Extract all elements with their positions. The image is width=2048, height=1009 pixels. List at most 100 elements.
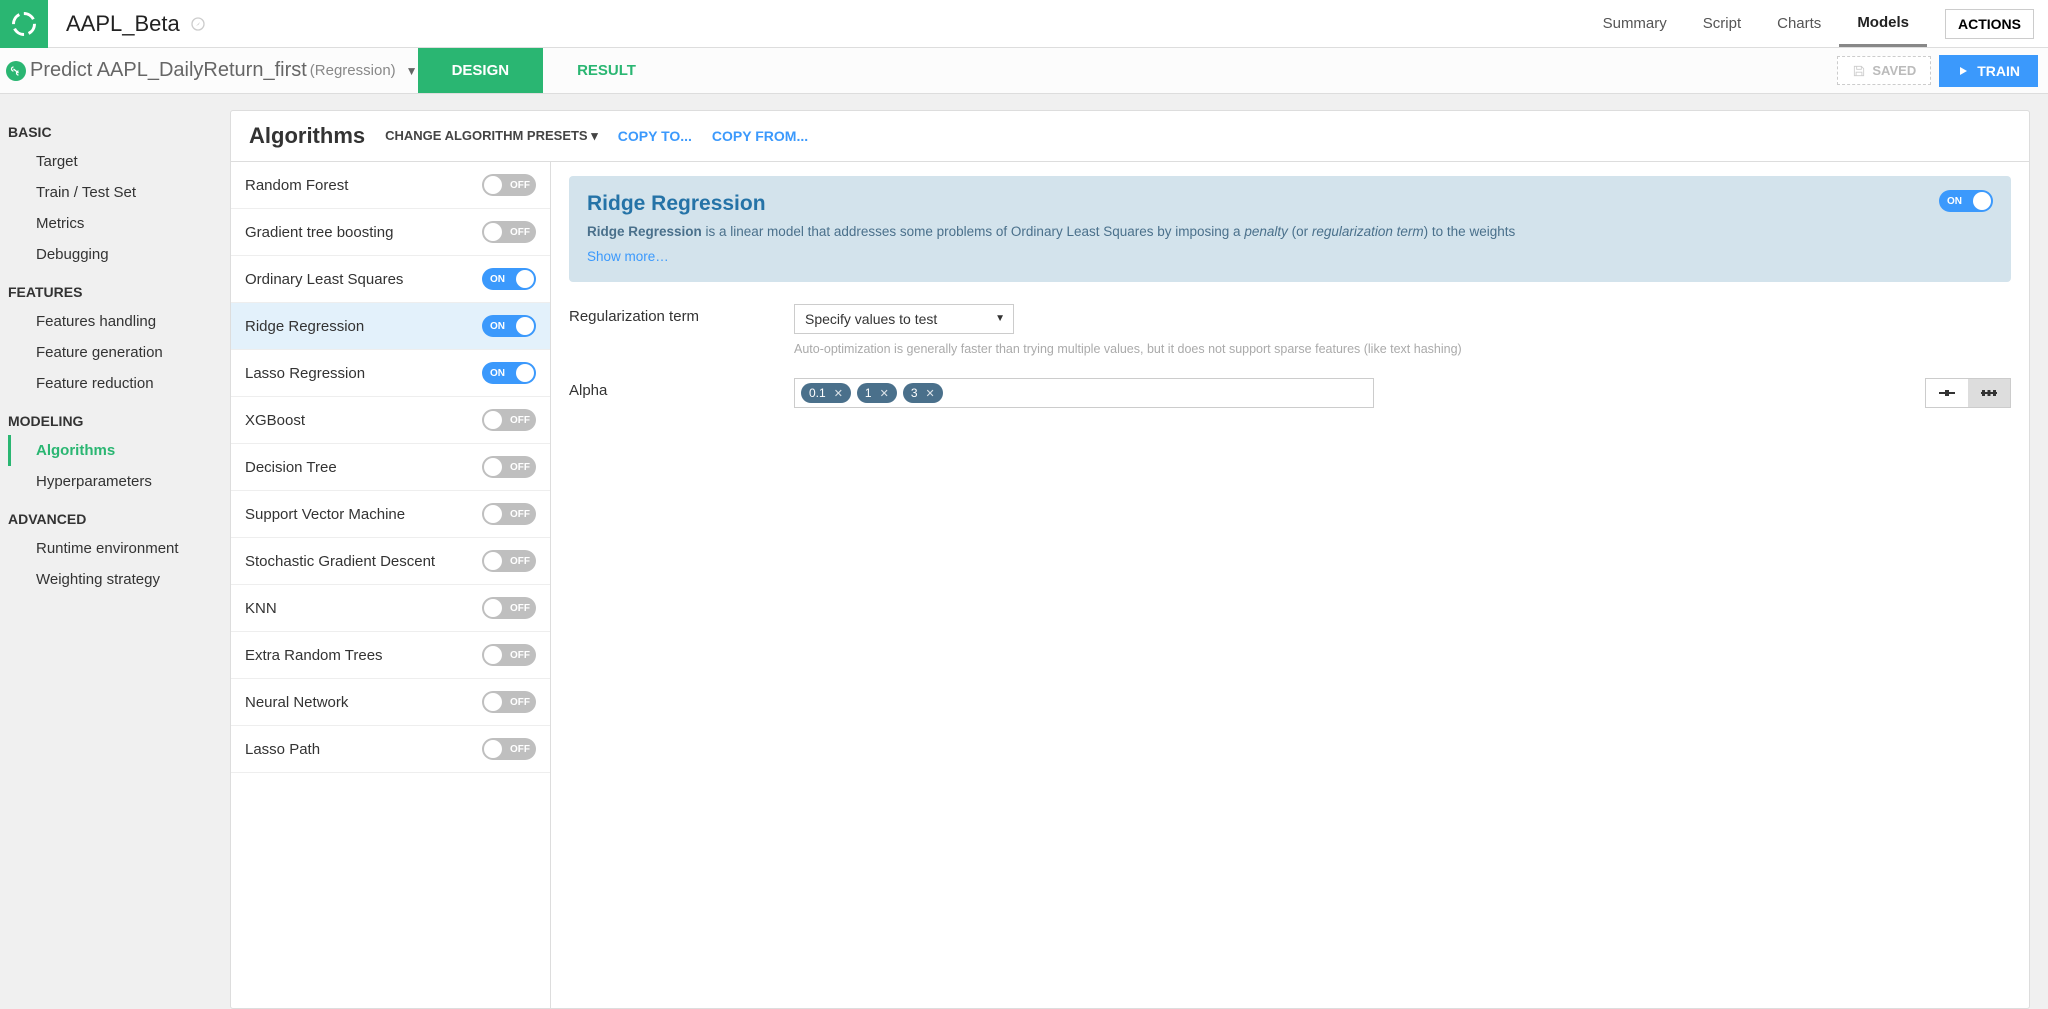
- flow-dropdown-icon[interactable]: ▼: [406, 64, 418, 78]
- content-title: Algorithms: [249, 123, 365, 149]
- sidebar-item-features-handling[interactable]: Features handling: [8, 306, 230, 337]
- algo-label: Lasso Regression: [245, 365, 365, 382]
- regularization-label: Regularization term: [569, 304, 794, 325]
- algo-toggle[interactable]: OFF: [482, 691, 536, 713]
- project-title: AAPL_Beta: [66, 11, 180, 37]
- compass-icon[interactable]: [190, 16, 206, 32]
- algo-toggle[interactable]: OFF: [482, 503, 536, 525]
- algo-toggle[interactable]: OFF: [482, 644, 536, 666]
- algo-label: Lasso Path: [245, 741, 320, 758]
- detail-title: Ridge Regression: [587, 192, 1993, 216]
- copy-to-button[interactable]: COPY TO...: [618, 128, 692, 144]
- sidebar-item-metrics[interactable]: Metrics: [8, 208, 230, 239]
- alpha-input[interactable]: 0.1✕1✕3✕: [794, 378, 1374, 408]
- alpha-mode-toggle: [1925, 378, 2011, 408]
- content-body: Random ForestOFF Gradient tree boosting OF…: [231, 161, 2029, 1008]
- remove-tag-icon[interactable]: ✕: [880, 387, 889, 400]
- algo-toggle[interactable]: OFF: [482, 738, 536, 760]
- algo-item-decision-tree[interactable]: Decision Tree OFF: [231, 444, 550, 491]
- sidebar-item-algorithms[interactable]: Algorithms: [8, 435, 230, 466]
- toggle-knob: [1973, 192, 1991, 210]
- slider-single-icon: [1937, 388, 1957, 398]
- regularization-select[interactable]: Specify values to test: [794, 304, 1014, 334]
- train-button[interactable]: TRAIN: [1939, 55, 2038, 87]
- play-icon: [1957, 65, 1969, 77]
- tab-result[interactable]: RESULT: [543, 48, 670, 93]
- algo-label: Stochastic Gradient Descent: [245, 553, 435, 570]
- show-more-link[interactable]: Show more…: [587, 249, 669, 264]
- alpha-tag: 0.1✕: [801, 383, 851, 403]
- app-logo[interactable]: [0, 0, 48, 48]
- algo-toggle[interactable]: OFF: [482, 409, 536, 431]
- flow-title: Predict AAPL_DailyReturn_first: [30, 59, 307, 82]
- logo-icon: [10, 10, 38, 38]
- sidebar: BASICTargetTrain / Test SetMetricsDebugg…: [0, 94, 230, 1009]
- algo-label: XGBoost: [245, 412, 305, 429]
- algorithm-detail: ON Ridge Regression Ridge Regression is …: [551, 162, 2029, 1008]
- algo-toggle[interactable]: ON: [482, 268, 536, 290]
- tab-models[interactable]: Models: [1839, 0, 1927, 47]
- saved-label: SAVED: [1872, 63, 1916, 78]
- mode-multi-button[interactable]: [1968, 379, 2010, 407]
- sidebar-item-runtime-environment[interactable]: Runtime environment: [8, 533, 230, 564]
- sidebar-item-feature-reduction[interactable]: Feature reduction: [8, 368, 230, 399]
- change-presets-button[interactable]: CHANGE ALGORITHM PRESETS ▾: [385, 128, 598, 144]
- flow-icon: [6, 61, 26, 81]
- info-box: ON Ridge Regression Ridge Regression is …: [569, 176, 2011, 282]
- tab-charts[interactable]: Charts: [1759, 0, 1839, 47]
- remove-tag-icon[interactable]: ✕: [926, 387, 935, 400]
- regularization-row: Regularization term Specify values to te…: [569, 304, 2011, 356]
- sidebar-item-feature-generation[interactable]: Feature generation: [8, 337, 230, 368]
- algo-item-knn[interactable]: KNNOFF: [231, 585, 550, 632]
- tab-design[interactable]: DESIGN: [418, 48, 544, 93]
- main-area: BASICTargetTrain / Test SetMetricsDebugg…: [0, 94, 2048, 1009]
- algo-label: Neural Network: [245, 694, 348, 711]
- remove-tag-icon[interactable]: ✕: [834, 387, 843, 400]
- sidebar-item-hyperparameters[interactable]: Hyperparameters: [8, 466, 230, 497]
- sidebar-section-basic: BASIC: [8, 110, 230, 146]
- algo-toggle[interactable]: OFF: [482, 550, 536, 572]
- algo-toggle[interactable]: OFF: [482, 456, 536, 478]
- sidebar-item-weighting-strategy[interactable]: Weighting strategy: [8, 564, 230, 595]
- top-header: AAPL_Beta Summary Script Charts Models A…: [0, 0, 2048, 48]
- algo-toggle[interactable]: ON: [482, 315, 536, 337]
- algo-item-xgboost[interactable]: XGBoost OFF: [231, 397, 550, 444]
- sidebar-section-advanced: ADVANCED: [8, 497, 230, 533]
- content-panel: Algorithms CHANGE ALGORITHM PRESETS ▾ CO…: [230, 110, 2030, 1009]
- algorithm-list[interactable]: Random ForestOFF Gradient tree boosting OF…: [231, 162, 551, 1008]
- detail-toggle[interactable]: ON: [1939, 190, 1993, 212]
- algo-item-neural-network[interactable]: Neural Network OFF: [231, 679, 550, 726]
- copy-from-button[interactable]: COPY FROM...: [712, 128, 808, 144]
- algo-item-extra-random-trees[interactable]: Extra Random Trees OFF: [231, 632, 550, 679]
- sidebar-item-debugging[interactable]: Debugging: [8, 239, 230, 270]
- alpha-tag: 1✕: [857, 383, 897, 403]
- algo-item-lasso-path[interactable]: Lasso Path OFF: [231, 726, 550, 773]
- algo-item-random-forest[interactable]: Random ForestOFF: [231, 162, 550, 209]
- algo-label: Gradient tree boosting: [245, 224, 393, 241]
- algo-item-ridge-regression[interactable]: Ridge Regression ON: [231, 303, 550, 350]
- algo-item-gradient-tree-boosting[interactable]: Gradient tree boosting OFF: [231, 209, 550, 256]
- tab-script[interactable]: Script: [1685, 0, 1759, 47]
- tab-summary[interactable]: Summary: [1585, 0, 1685, 47]
- algo-toggle[interactable]: OFF: [482, 597, 536, 619]
- actions-button[interactable]: ACTIONS: [1945, 9, 2034, 39]
- sidebar-section-features: FEATURES: [8, 270, 230, 306]
- algo-item-lasso-regression[interactable]: Lasso Regression ON: [231, 350, 550, 397]
- algo-toggle[interactable]: OFF: [482, 174, 536, 196]
- algo-label: Extra Random Trees: [245, 647, 383, 664]
- algo-label: Decision Tree: [245, 459, 337, 476]
- saved-indicator: SAVED: [1837, 56, 1931, 85]
- algo-toggle[interactable]: OFF: [482, 221, 536, 243]
- mode-single-button[interactable]: [1926, 379, 1968, 407]
- algo-item-stochastic-gradient-descent[interactable]: Stochastic Gradient Descent OFF: [231, 538, 550, 585]
- algo-toggle[interactable]: ON: [482, 362, 536, 384]
- sidebar-item-train-test-set[interactable]: Train / Test Set: [8, 177, 230, 208]
- algo-item-ordinary-least-squares[interactable]: Ordinary Least SquaresON: [231, 256, 550, 303]
- sidebar-item-target[interactable]: Target: [8, 146, 230, 177]
- alpha-label: Alpha: [569, 378, 794, 399]
- algo-label: Ridge Regression: [245, 318, 364, 335]
- save-icon: [1852, 64, 1866, 78]
- design-result-tabs: DESIGN RESULT: [418, 48, 670, 93]
- algo-item-support-vector-machine[interactable]: Support Vector MachineOFF: [231, 491, 550, 538]
- train-label: TRAIN: [1977, 63, 2020, 79]
